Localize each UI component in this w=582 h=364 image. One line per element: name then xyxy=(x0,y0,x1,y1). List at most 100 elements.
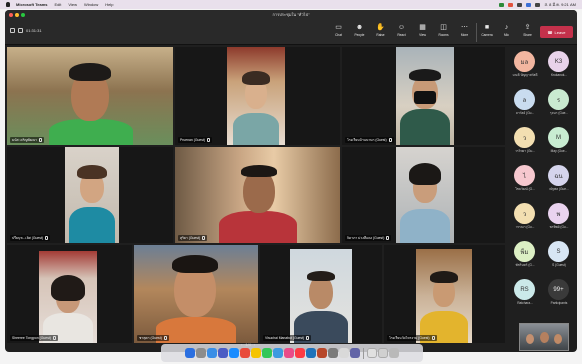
avatar: S xyxy=(548,241,569,262)
participant-label: S (Guest) xyxy=(552,263,566,267)
participant-name: โรงเรียนบ้านนาบก (Guest) xyxy=(347,137,387,142)
mail-icon[interactable] xyxy=(273,348,283,358)
participant-name-tag: Visuchai Manabut (Guest) xyxy=(263,335,312,341)
participant-label: May (Gue... xyxy=(550,149,568,153)
participant-label: ณัฐพล (Gue... xyxy=(549,187,569,191)
participant-avatar-item[interactable]: ไไชยวัฒน์ (G... xyxy=(508,165,542,195)
meeting-controls: ▭ Chat ☻ People ✋ Raise ☺ React ▦ View ◫ Rooms… xyxy=(329,23,537,42)
participant-avatar-item[interactable]: ววรวิทยา (Gu... xyxy=(508,127,542,157)
video-tile[interactable]: ชาตุคา (Guest) xyxy=(134,245,258,343)
status-battery-icon[interactable] xyxy=(517,2,523,7)
settings-icon[interactable] xyxy=(328,348,338,358)
menu-window[interactable]: Window xyxy=(84,2,98,7)
rooms-button[interactable]: ◫ Rooms xyxy=(434,23,453,42)
people-label: People xyxy=(354,33,365,37)
word-icon[interactable] xyxy=(306,348,316,358)
video-tile[interactable]: ปรียนุช...เลิศ (Guest) xyxy=(7,147,173,243)
people-button[interactable]: ☻ People xyxy=(350,23,369,42)
apple-icon[interactable] xyxy=(6,2,10,7)
messages-icon[interactable] xyxy=(262,348,272,358)
participant-avatar-item[interactable]: K3 Krukanok... xyxy=(542,51,576,81)
menu-app-name[interactable]: Microsoft Teams xyxy=(16,2,48,7)
leave-button[interactable]: ☎ Leave xyxy=(540,26,573,38)
participant-avatar-item[interactable]: RS Ratchara... xyxy=(508,279,542,309)
meeting-info-icon[interactable] xyxy=(10,28,15,33)
document-icon[interactable] xyxy=(367,348,377,358)
participant-label: รุจนา (Gue... xyxy=(549,111,569,115)
video-tile[interactable]: สุริยา (Guest) xyxy=(175,147,340,243)
menu-view[interactable]: View xyxy=(68,2,77,7)
app-store-icon[interactable] xyxy=(229,348,239,358)
people-icon: ☻ xyxy=(355,24,364,31)
avatar: RS xyxy=(514,279,535,300)
calendar-icon[interactable] xyxy=(240,348,250,358)
preview-icon[interactable] xyxy=(339,348,349,358)
mic-muted-icon xyxy=(52,336,56,340)
participant-name-tag: Pruenan (Guest) xyxy=(178,137,213,143)
participant-name: จิดาภา ม่วงสีแดง (Guest) xyxy=(347,235,385,240)
participants-grid-icon[interactable] xyxy=(18,28,23,33)
teams-icon[interactable] xyxy=(218,348,228,358)
menubar-clock[interactable]: ส. 8 มี.ค. 9:21 AM xyxy=(544,1,576,8)
photos-icon[interactable] xyxy=(284,348,294,358)
participant-avatar-item[interactable]: SS (Guest) xyxy=(542,241,576,271)
powerpoint-icon[interactable] xyxy=(317,348,327,358)
mic-button[interactable]: ♪ Mic xyxy=(497,23,516,42)
view-button[interactable]: ▦ View xyxy=(413,23,432,42)
chat-button[interactable]: ▭ Chat xyxy=(329,23,348,42)
more-participants-button[interactable]: 99+ Participants xyxy=(542,279,576,309)
mic-muted-icon xyxy=(306,336,310,340)
camera-button[interactable]: ■ Camera xyxy=(476,23,495,42)
video-tile[interactable]: โรงเรียนบ้านนาบก (Guest) xyxy=(342,47,505,145)
self-view-person xyxy=(554,334,562,344)
finder-icon[interactable] xyxy=(185,348,195,358)
status-app-icon[interactable] xyxy=(499,2,505,7)
menu-help[interactable]: Help xyxy=(105,2,113,7)
video-tile[interactable]: Pruenan (Guest) xyxy=(175,47,340,145)
safari-icon[interactable] xyxy=(207,348,217,358)
participant-avatar-item[interactable]: รรุจนา (Gue... xyxy=(542,89,576,119)
avatar: 99+ xyxy=(548,279,569,300)
participant-avatar-item[interactable]: มล มณลี ปัญญาสวัสดิ์ xyxy=(508,51,542,81)
notes-icon[interactable] xyxy=(251,348,261,358)
launchpad-icon[interactable] xyxy=(196,348,206,358)
participant-avatar-item[interactable]: ฉน ณัฐพล (Gue... xyxy=(542,165,576,195)
more-button[interactable]: ⋯ More xyxy=(455,23,474,42)
mic-label: Mic xyxy=(504,33,509,37)
status-wifi-icon[interactable] xyxy=(526,2,532,7)
video-tile[interactable]: มนัส เจริญพัฒนา xyxy=(7,47,173,145)
teams-icon[interactable] xyxy=(350,348,360,358)
react-label: React xyxy=(397,33,406,37)
avatar: พ็ม xyxy=(514,241,535,262)
participant-name-tag: ปรียนุช...เลิศ (Guest) xyxy=(10,235,51,241)
share-button[interactable]: ⇪ Share xyxy=(518,23,537,42)
participant-label: มณลี ปัญญาสวัสดิ์ xyxy=(512,73,538,77)
mic-muted-icon xyxy=(202,236,206,240)
trash-icon[interactable] xyxy=(389,348,399,358)
react-button[interactable]: ☺ React xyxy=(392,23,411,42)
participant-avatar-item[interactable]: พ็ม พัชรินทร์ (G... xyxy=(508,241,542,271)
mic-muted-icon xyxy=(388,138,392,142)
participant-avatar-item[interactable]: ววรรณา (Gu... xyxy=(508,203,542,233)
video-tile[interactable]: Visuchai Manabut (Guest) xyxy=(260,245,382,343)
participant-name: ปรียนุช...เลิศ (Guest) xyxy=(12,235,44,240)
status-record-icon[interactable] xyxy=(508,2,514,7)
participant-avatar-item[interactable]: M May (Gue... xyxy=(542,127,576,157)
chat-icon: ▭ xyxy=(335,24,342,31)
music-icon[interactable] xyxy=(295,348,305,358)
participant-avatar-item[interactable]: ลลาวัลย์ (Gu... xyxy=(508,89,542,119)
participant-avatar-item[interactable]: พพรทิพย์ (Gu... xyxy=(542,203,576,233)
self-view-video[interactable] xyxy=(519,323,569,351)
raise-hand-button[interactable]: ✋ Raise xyxy=(371,23,390,42)
participant-video xyxy=(134,245,258,343)
status-search-icon[interactable] xyxy=(535,2,541,7)
menu-edit[interactable]: Edit xyxy=(55,2,62,7)
video-tile[interactable]: โรงเรียนวัดไทรงาม (Guest) xyxy=(384,245,505,343)
document-icon[interactable] xyxy=(378,348,388,358)
participant-label: ไชยวัฒน์ (G... xyxy=(515,187,535,191)
participant-name-tag: จิดาภา ม่วงสีแดง (Guest) xyxy=(345,235,392,241)
chat-label: Chat xyxy=(335,33,342,37)
video-tile[interactable]: จิดาภา ม่วงสีแดง (Guest) xyxy=(342,147,505,243)
video-tile[interactable]: Sheeree Tongpon (Guest) xyxy=(7,245,132,343)
participant-label: Ratchara... xyxy=(517,301,533,305)
